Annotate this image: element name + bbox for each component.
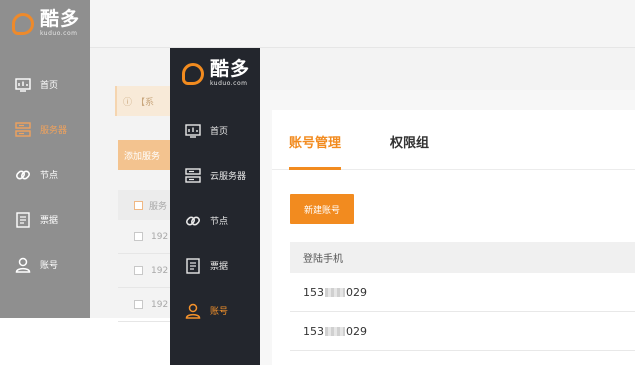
logo-name: 酷多 xyxy=(40,8,81,30)
logo-domain: kuduo.com xyxy=(40,30,78,37)
logo-mark-icon xyxy=(12,12,34,35)
screenshot-stage: 酷多 kuduo.com 首页 服务器 节点 票据 账号 ⓘ 【系 添加服务 服… xyxy=(0,0,635,365)
new-account-button[interactable]: 新建账号 xyxy=(290,194,354,224)
select-all-checkbox[interactable] xyxy=(134,200,143,210)
phone-prefix: 153 xyxy=(303,285,324,299)
back-add-server-button[interactable]: 添加服务 xyxy=(118,140,178,170)
sidebar-item-label: 账号 xyxy=(210,307,229,317)
back-sidebar-item-node[interactable]: 节点 xyxy=(0,152,90,197)
tab-bar: 账号管理 权限组 xyxy=(272,110,635,170)
back-row-ip: 192 xyxy=(151,265,169,276)
ticket-icon xyxy=(14,211,32,229)
back-header-bar xyxy=(90,0,635,48)
back-row-ip: 192 xyxy=(151,231,169,242)
sidebar-item-label: 首页 xyxy=(210,127,229,137)
link-icon xyxy=(14,166,32,184)
user-icon xyxy=(14,256,32,274)
table-row: 192 xyxy=(118,288,178,322)
front-logo: 酷多 kuduo.com xyxy=(182,60,250,87)
logo-domain: kuduo.com xyxy=(210,80,248,87)
dashboard-icon xyxy=(184,122,202,140)
back-sidebar-item-server[interactable]: 服务器 xyxy=(0,107,90,152)
redacted-digits xyxy=(325,287,345,297)
sidebar-item-label: 云服务器 xyxy=(210,172,247,182)
ticket-icon xyxy=(184,257,202,275)
back-sidebar-item-label: 节点 xyxy=(40,171,59,181)
table-row: 192 xyxy=(118,254,178,288)
back-logo: 酷多 kuduo.com xyxy=(12,10,80,37)
table-row[interactable]: 153 029 xyxy=(290,312,635,351)
back-row-ip: 192 xyxy=(151,299,169,310)
table-row[interactable]: 153 029 xyxy=(290,273,635,312)
back-sidebar-item-label: 首页 xyxy=(40,81,59,91)
server-icon xyxy=(184,167,202,185)
column-header-login-phone: 登陆手机 xyxy=(303,254,343,265)
back-table-header: 服务 xyxy=(118,190,178,220)
front-sidebar-nav: 首页 云服务器 节点 票据 账号 xyxy=(170,108,260,333)
back-table-header-label: 服务 xyxy=(149,201,168,212)
back-sidebar-item-account[interactable]: 账号 xyxy=(0,242,90,287)
back-sidebar-item-home[interactable]: 首页 xyxy=(0,62,90,107)
info-icon: ⓘ xyxy=(123,97,133,108)
active-tab-indicator xyxy=(289,167,341,170)
back-alert-banner: ⓘ 【系 xyxy=(115,86,175,116)
back-sidebar-item-label: 账号 xyxy=(40,261,59,271)
sidebar-item-label: 票据 xyxy=(210,262,229,272)
sidebar-item-ticket[interactable]: 票据 xyxy=(170,243,260,288)
server-icon xyxy=(14,121,32,139)
phone-prefix: 153 xyxy=(303,324,324,338)
sidebar-item-cloud-server[interactable]: 云服务器 xyxy=(170,153,260,198)
row-checkbox[interactable] xyxy=(134,232,143,241)
phone-suffix: 029 xyxy=(346,285,367,299)
back-sidebar-item-label: 票据 xyxy=(40,216,59,226)
sidebar-item-home[interactable]: 首页 xyxy=(170,108,260,153)
front-sidebar: 酷多 kuduo.com 首页 云服务器 节点 票据 账号 xyxy=(170,48,260,365)
user-icon xyxy=(184,302,202,320)
table-row: 192 xyxy=(118,220,178,254)
back-sidebar-nav: 首页 服务器 节点 票据 账号 xyxy=(0,62,90,287)
sidebar-item-node[interactable]: 节点 xyxy=(170,198,260,243)
sidebar-item-account[interactable]: 账号 xyxy=(170,288,260,333)
back-sidebar-item-ticket[interactable]: 票据 xyxy=(0,197,90,242)
table-header: 登陆手机 xyxy=(290,242,635,273)
link-icon xyxy=(184,212,202,230)
back-table: 服务 192 192 192 xyxy=(118,190,178,322)
back-alert-text: 【系 xyxy=(136,97,155,108)
dashboard-icon xyxy=(14,76,32,94)
logo-mark-icon xyxy=(182,62,204,85)
tab-account-management[interactable]: 账号管理 xyxy=(289,132,341,151)
row-checkbox[interactable] xyxy=(134,300,143,309)
phone-suffix: 029 xyxy=(346,324,367,338)
sidebar-item-label: 节点 xyxy=(210,217,229,227)
back-sidebar: 酷多 kuduo.com 首页 服务器 节点 票据 账号 xyxy=(0,0,90,318)
redacted-digits xyxy=(325,326,345,336)
logo-name: 酷多 xyxy=(210,58,251,80)
back-sidebar-item-label: 服务器 xyxy=(40,126,68,136)
tab-permission-group[interactable]: 权限组 xyxy=(390,132,429,151)
row-checkbox[interactable] xyxy=(134,266,143,275)
